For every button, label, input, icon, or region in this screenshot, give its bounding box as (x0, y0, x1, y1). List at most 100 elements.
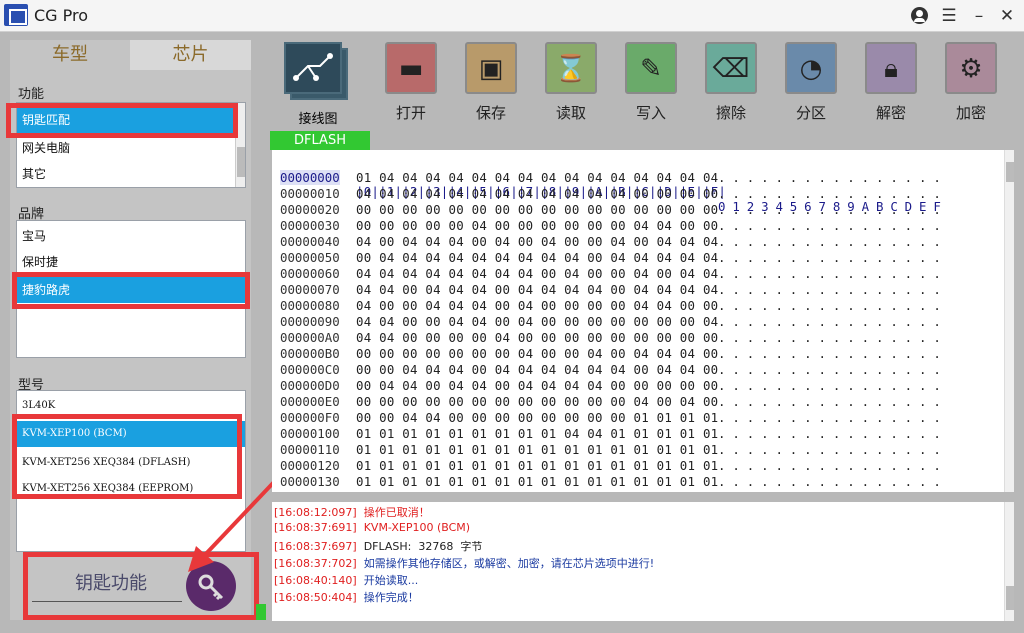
encrypt-button[interactable]: ⚙ 加密 (941, 42, 1001, 123)
list-item-gateway[interactable]: 网关电脑 (17, 135, 245, 161)
pie-chart-icon: ◔ (785, 42, 837, 94)
hex-ascii: ................ (718, 314, 948, 329)
hex-ascii: ................ (718, 298, 948, 313)
decrypt-button[interactable]: 🔒︎ 解密 (861, 42, 921, 123)
status-indicator (256, 604, 266, 620)
erase-button[interactable]: ⌫ 擦除 (701, 42, 761, 123)
hex-bytes: 00 04 04 00 04 04 00 04 04 04 04 00 00 0… (356, 378, 719, 393)
hex-ascii: ................ (718, 218, 948, 233)
log-message: 开始读取... (363, 574, 419, 587)
pencil-icon: ✎ (625, 42, 677, 94)
hex-ascii: ................ (718, 442, 948, 457)
log-time: [16:08:12:097] (274, 506, 357, 519)
hex-bytes: 01 01 01 01 01 01 01 01 01 04 04 01 01 0… (356, 426, 719, 441)
hex-bytes: 00 00 00 00 00 00 00 00 00 00 00 00 04 0… (356, 394, 719, 409)
floppy-icon: ▣ (465, 42, 517, 94)
hex-bytes: 04 04 00 00 04 04 00 04 00 00 00 00 00 0… (356, 314, 719, 329)
hex-addr: 00000100 (280, 426, 340, 441)
hex-ascii: ................ (718, 346, 948, 361)
user-icon[interactable] (911, 7, 928, 24)
hex-addr: 000000C0 (280, 362, 340, 377)
hourglass-icon: ⌛ (545, 42, 597, 94)
log-line: [16:08:37:702] 如需操作其他存储区，或解密、加密，请在芯片选项中进… (274, 555, 654, 572)
log-line: [16:08:50:404] 操作完成！ (274, 589, 419, 606)
hex-bytes: 00 00 00 00 00 04 00 00 00 00 00 00 04 0… (356, 218, 719, 233)
hex-scrollbar[interactable] (1004, 150, 1014, 492)
hex-bytes: 04 00 04 04 04 00 04 00 04 00 00 04 00 0… (356, 234, 719, 249)
log-line: [16:08:37:697] DFLASH: 32768 字节 (274, 538, 482, 555)
log-message: DFLASH: 32768 字节 (363, 540, 483, 553)
partition-button[interactable]: ◔ 分区 (781, 42, 841, 123)
title-bar: CG Pro ☰ – ✕ (0, 0, 1024, 32)
hex-bytes: 01 01 01 01 01 01 01 01 01 01 01 01 01 0… (356, 474, 719, 489)
hex-bytes: 00 00 00 00 00 00 00 00 00 00 00 00 00 0… (356, 202, 719, 217)
log-time: [16:08:37:697] (274, 540, 357, 553)
save-button[interactable]: ▣ 保存 (461, 42, 521, 123)
hex-addr: 00000090 (280, 314, 340, 329)
hex-bytes: 00 04 04 04 04 04 04 04 04 04 00 04 04 0… (356, 250, 719, 265)
hex-bytes: 04 04 00 00 00 00 04 00 00 00 00 00 00 0… (356, 330, 719, 345)
minimize-icon[interactable]: – (968, 5, 990, 27)
hex-bytes: 01 01 01 01 01 01 01 01 01 01 01 01 01 0… (356, 442, 719, 457)
hex-ascii: ................ (718, 170, 948, 185)
hex-ascii: ................ (718, 362, 948, 377)
hex-ascii: ................ (718, 426, 948, 441)
hex-bytes: 00 00 00 00 00 00 00 04 00 00 04 00 04 0… (356, 346, 719, 361)
hex-addr: 00000080 (280, 298, 340, 313)
function-label: 功能 (18, 87, 45, 102)
hex-bytes: 01 04 04 04 04 04 04 04 04 04 04 04 04 0… (356, 170, 719, 185)
menu-icon[interactable]: ☰ (938, 5, 960, 27)
folder-icon: ▬ (385, 42, 437, 94)
log-line: [16:08:40:140] 开始读取... (274, 572, 418, 589)
wiring-diagram-button[interactable] (284, 42, 352, 102)
eraser-icon: ⌫ (705, 42, 757, 94)
log-line: [16:08:12:097] 操作已取消！ (274, 504, 430, 521)
hex-addr: 00000110 (280, 442, 340, 457)
app-icon (4, 4, 28, 26)
log-message: KVM-XEP100 (BCM) (363, 521, 471, 534)
hex-addr: 00000050 (280, 250, 340, 265)
close-icon[interactable]: ✕ (996, 5, 1018, 27)
app-title: CG Pro (34, 6, 89, 25)
list-item-bmw[interactable]: 宝马 (17, 223, 245, 249)
hex-bytes: 04 04 00 04 04 04 00 04 04 04 04 00 04 0… (356, 282, 719, 297)
hex-bytes: 01 01 01 01 01 01 01 01 01 01 01 01 01 0… (356, 458, 719, 473)
hex-header: -------- |0||1||2||3||4||5||6||7||8||9||… (280, 169, 948, 214)
write-button[interactable]: ✎ 写入 (621, 42, 681, 123)
lock-icon: 🔒︎ (865, 42, 917, 94)
annotation-box-brand (12, 272, 250, 309)
read-button[interactable]: ⌛ 读取 (541, 42, 601, 123)
hex-ascii: ................ (718, 186, 948, 201)
hex-addr: 000000B0 (280, 346, 340, 361)
hex-view[interactable]: -------- |0||1||2||3||4||5||6||7||8||9||… (272, 150, 1014, 492)
list-item-other[interactable]: 其它 (17, 161, 245, 187)
hex-addr: 000000A0 (280, 330, 340, 345)
hex-addr: 00000020 (280, 202, 340, 217)
hex-addr: 00000120 (280, 458, 340, 473)
hex-ascii: ................ (718, 474, 948, 489)
tab-chip[interactable]: 芯片 (130, 40, 251, 70)
hex-addr: 000000E0 (280, 394, 340, 409)
hex-bytes: 00 00 04 04 00 00 00 00 00 00 00 00 01 0… (356, 410, 719, 425)
hex-ascii: ................ (718, 458, 948, 473)
hex-addr: 00000010 (280, 186, 340, 201)
tab-vehicle[interactable]: 车型 (10, 40, 130, 70)
tab-dflash[interactable]: DFLASH (270, 131, 370, 150)
circuit-icon (284, 42, 342, 94)
log-message: 如需操作其他存储区，或解密、加密，请在芯片选项中进行! (363, 557, 655, 570)
hex-ascii: ................ (718, 202, 948, 217)
log-scrollbar[interactable] (1004, 502, 1014, 621)
log-time: [16:08:50:404] (274, 591, 357, 604)
log-line: [16:08:37:691] KVM-XEP100 (BCM) (274, 521, 470, 538)
hex-bytes: 04 04 04 04 04 04 04 04 00 04 00 00 04 0… (356, 266, 719, 281)
hex-ascii: ................ (718, 234, 948, 249)
hex-ascii: ................ (718, 394, 948, 409)
hex-addr: 00000130 (280, 474, 340, 489)
hex-ascii: ................ (718, 330, 948, 345)
hex-addr: 000000F0 (280, 410, 340, 425)
hex-addr: 00000070 (280, 282, 340, 297)
hex-ascii: ................ (718, 250, 948, 265)
hex-bytes: 04 04 04 04 04 04 04 04 04 04 04 04 00 0… (356, 186, 719, 201)
open-button[interactable]: ▬ 打开 (381, 42, 441, 123)
hex-ascii: ................ (718, 282, 948, 297)
